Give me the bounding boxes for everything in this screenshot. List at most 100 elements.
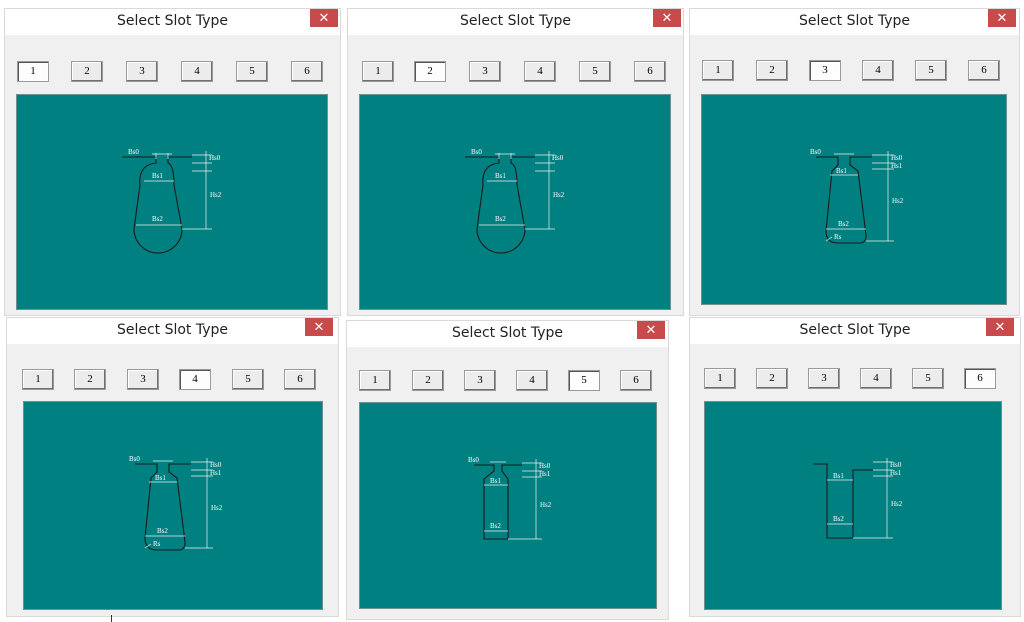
hs1-label: Hs1 [890,469,902,477]
hs0-label: Hs0 [209,154,221,162]
bs1-label: Bs1 [833,472,844,480]
slot-type-tab-4[interactable]: 4 [181,61,213,82]
slot-type-tab-3[interactable]: 3 [809,60,841,81]
close-button[interactable]: ✕ [310,9,338,27]
slot-type-tab-4[interactable]: 4 [516,370,548,391]
dialog-title: Select Slot Type [116,13,229,29]
select-slot-type-dialog: Select Slot Type ✕ 1 2 3 4 5 6 Bs0 Hs0 Hs1 Bs1 Hs2 Bs… [690,9,1019,315]
bs1-label: Bs1 [152,172,163,180]
bs1-label: Bs1 [836,167,847,175]
hs2-label: Hs2 [211,504,223,512]
close-button[interactable]: ✕ [988,9,1016,27]
close-button[interactable]: ✕ [637,321,665,339]
close-button[interactable]: ✕ [653,9,681,27]
slot-type-tab-5[interactable]: 5 [568,370,600,391]
bs2-label: Bs2 [152,215,163,223]
hs1-label: Hs1 [539,470,551,478]
slot-type-tab-4[interactable]: 4 [862,60,894,81]
select-slot-type-dialog: Select Slot Type ✕ 1 2 3 4 5 6 Bs0 Hs0 Hs1 Bs1 Hs2 Bs… [7,318,338,616]
slot-type-tab-2[interactable]: 2 [756,60,788,81]
slot-type-tab-6[interactable]: 6 [964,368,996,389]
bs0-label: Bs0 [129,455,140,463]
slot-type-tab-3[interactable]: 3 [464,370,496,391]
slot-type-tab-1[interactable]: 1 [362,61,394,82]
bs2-label: Bs2 [490,522,501,530]
select-slot-type-dialog: Select Slot Type ✕ 1 2 3 4 5 6 Bs0 Hs0 Bs1 Hs2 Bs2 [348,9,683,315]
title-bar: Select Slot Type ✕ [5,9,340,35]
close-button[interactable]: ✕ [986,318,1014,336]
rs-label: Rs [153,540,161,548]
slot-type-tab-5[interactable]: 5 [236,61,268,82]
slot-type-tab-6[interactable]: 6 [634,61,666,82]
slot-diagram: Hs0Hs1 Bs1 Hs2 Bs2 [813,458,903,539]
hs1-label: Hs1 [210,469,222,477]
close-icon: ✕ [645,322,657,337]
title-bar: Select Slot Type ✕ [348,9,683,35]
slot-type-tab-3[interactable]: 3 [469,61,501,82]
slot-type-tab-1[interactable]: 1 [702,60,734,81]
dialog-title: Select Slot Type [116,322,229,338]
bs1-label: Bs1 [490,477,501,485]
hs2-label: Hs2 [892,197,904,205]
slot-type-tab-5[interactable]: 5 [912,368,944,389]
close-icon: ✕ [661,10,673,25]
slot-type-tab-5[interactable]: 5 [915,60,947,81]
title-bar: Select Slot Type ✕ [690,318,1020,344]
slot-diagram-canvas: Bs0 Hs0 Hs1 Bs1 Hs2 Bs2 [359,402,657,609]
bs1-label: Bs1 [495,172,506,180]
slot-diagram: Bs0 Hs0 Bs1 Hs2 Bs2 [122,148,222,254]
bs0-label: Bs0 [810,148,821,156]
bs2-label: Bs2 [157,527,168,535]
dialog-title: Select Slot Type [799,322,911,338]
title-bar: Select Slot Type ✕ [347,321,668,347]
rs-label: Rs [834,233,842,241]
slot-type-tab-1[interactable]: 1 [17,61,49,82]
slot-type-tab-1[interactable]: 1 [22,369,54,390]
bs1-label: Bs1 [155,474,166,482]
close-button[interactable]: ✕ [305,318,333,336]
select-slot-type-dialog: Select Slot Type ✕ 1 2 3 4 5 6 Bs0 Hs0 Hs1 Bs1 Hs2 Bs… [347,321,668,619]
select-slot-type-dialog: Select Slot Type ✕ 1 2 3 4 5 6 Bs0 Hs0 Bs1 Hs2 Bs2 [5,9,340,315]
slot-diagram: Bs0 Hs0Hs1 Bs1 Hs2 Bs2 Rs [810,148,904,244]
bs2-label: Bs2 [495,215,506,223]
hs2-label: Hs2 [553,191,565,199]
slot-type-tab-3[interactable]: 3 [127,369,159,390]
title-bar: Select Slot Type ✕ [7,318,338,344]
slot-type-tab-1[interactable]: 1 [704,368,736,389]
hs2-label: Hs2 [210,191,222,199]
hs0-label: Hs0 [891,154,903,162]
dialog-title: Select Slot Type [459,13,572,29]
slot-type-tab-5[interactable]: 5 [579,61,611,82]
slot-type-tab-2[interactable]: 2 [74,369,106,390]
slot-type-tab-2[interactable]: 2 [756,368,788,389]
dialog-title: Select Slot Type [798,13,911,29]
slot-type-tab-4[interactable]: 4 [860,368,892,389]
close-icon: ✕ [318,10,330,25]
bs0-label: Bs0 [128,148,139,156]
dialog-title: Select Slot Type [451,325,564,341]
slot-type-tab-6[interactable]: 6 [291,61,323,82]
slot-diagram-canvas: Bs0 Hs0 Hs1 Bs1 Hs2 Bs2 Rs [23,401,323,610]
bs2-label: Bs2 [833,515,844,523]
slot-type-tab-1[interactable]: 1 [359,370,391,391]
select-slot-type-dialog: Select Slot Type ✕ 1 2 3 4 5 6 Hs0 Hs1 Bs1 Hs2 Bs2 [690,318,1020,616]
title-bar: Select Slot Type ✕ [690,9,1019,35]
slot-type-tab-6[interactable]: 6 [284,369,316,390]
slot-type-tab-2[interactable]: 2 [71,61,103,82]
slot-type-tab-6[interactable]: 6 [620,370,652,391]
bs2-label: Bs2 [838,220,849,228]
slot-type-tab-4[interactable]: 4 [524,61,556,82]
slot-type-tab-5[interactable]: 5 [232,369,264,390]
slot-type-tab-2[interactable]: 2 [412,370,444,391]
slot-type-tab-3[interactable]: 3 [126,61,158,82]
slot-type-tab-4[interactable]: 4 [179,369,211,390]
slot-type-tab-2[interactable]: 2 [414,61,446,82]
slot-type-tab-3[interactable]: 3 [808,368,840,389]
hs0-label: Hs0 [210,461,222,469]
hs1-label: Hs1 [891,162,903,170]
hs0-label: Hs0 [552,154,564,162]
hs0-label: Hs0 [539,462,551,470]
slot-diagram: Bs0 Hs0Hs1 Bs1 Hs2 Bs2 [468,456,552,540]
hs2-label: Hs2 [540,501,552,509]
slot-type-tab-6[interactable]: 6 [968,60,1000,81]
